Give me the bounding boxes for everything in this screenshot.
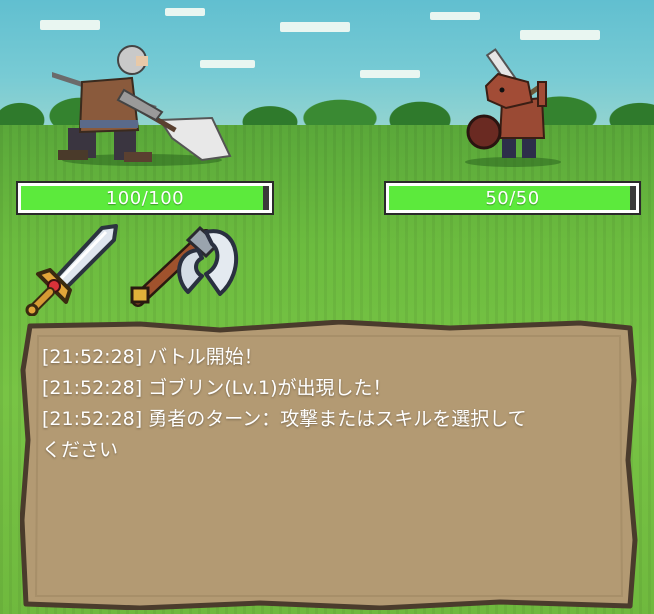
sword-icon [25,224,118,316]
cloud [520,30,600,40]
cloud [280,22,350,32]
hero-boot [124,152,152,162]
enemy-hp-track: 50/50 [389,186,636,210]
log-line: [21:52:28] 勇者のターン：攻撃またはスキルを選択して [42,408,527,430]
cloud [165,8,205,16]
log-line: [21:52:28] ゴブリン(Lv.1)が出現した！ [42,377,392,399]
hero-axe-head [158,116,232,162]
log-line: [21:52:28] バトル開始！ [42,346,263,368]
cloud [40,20,100,30]
hero-warrior-sprite [52,45,232,166]
hero-hp-track: 100/100 [21,186,269,210]
goblin-eye [499,87,505,93]
goblin-shadow [465,157,561,167]
hero-boot [58,150,88,160]
hero-hp-text: 100/100 [105,187,185,209]
log-line: ください [42,439,119,461]
goblin-arm [537,81,547,107]
hero-hp-bar: 100/100 [16,181,274,215]
cloud [430,12,480,20]
cloud [360,70,420,78]
goblin-head [484,72,534,110]
battle-log: [21:52:28] バトル開始！ [21:52:28] ゴブリン(Lv.1)が… [42,342,602,592]
goblin-sprite [465,48,561,167]
enemy-hp-bar: 50/50 [384,181,641,215]
axe-skill-button[interactable] [128,222,244,308]
hero-belt [80,120,138,128]
goblin-shield [466,114,502,150]
enemy-hp-text: 50/50 [485,187,540,209]
sword-skill-button[interactable] [24,220,122,316]
hero-helmet-visor [136,56,148,66]
axe-icon [130,225,238,307]
